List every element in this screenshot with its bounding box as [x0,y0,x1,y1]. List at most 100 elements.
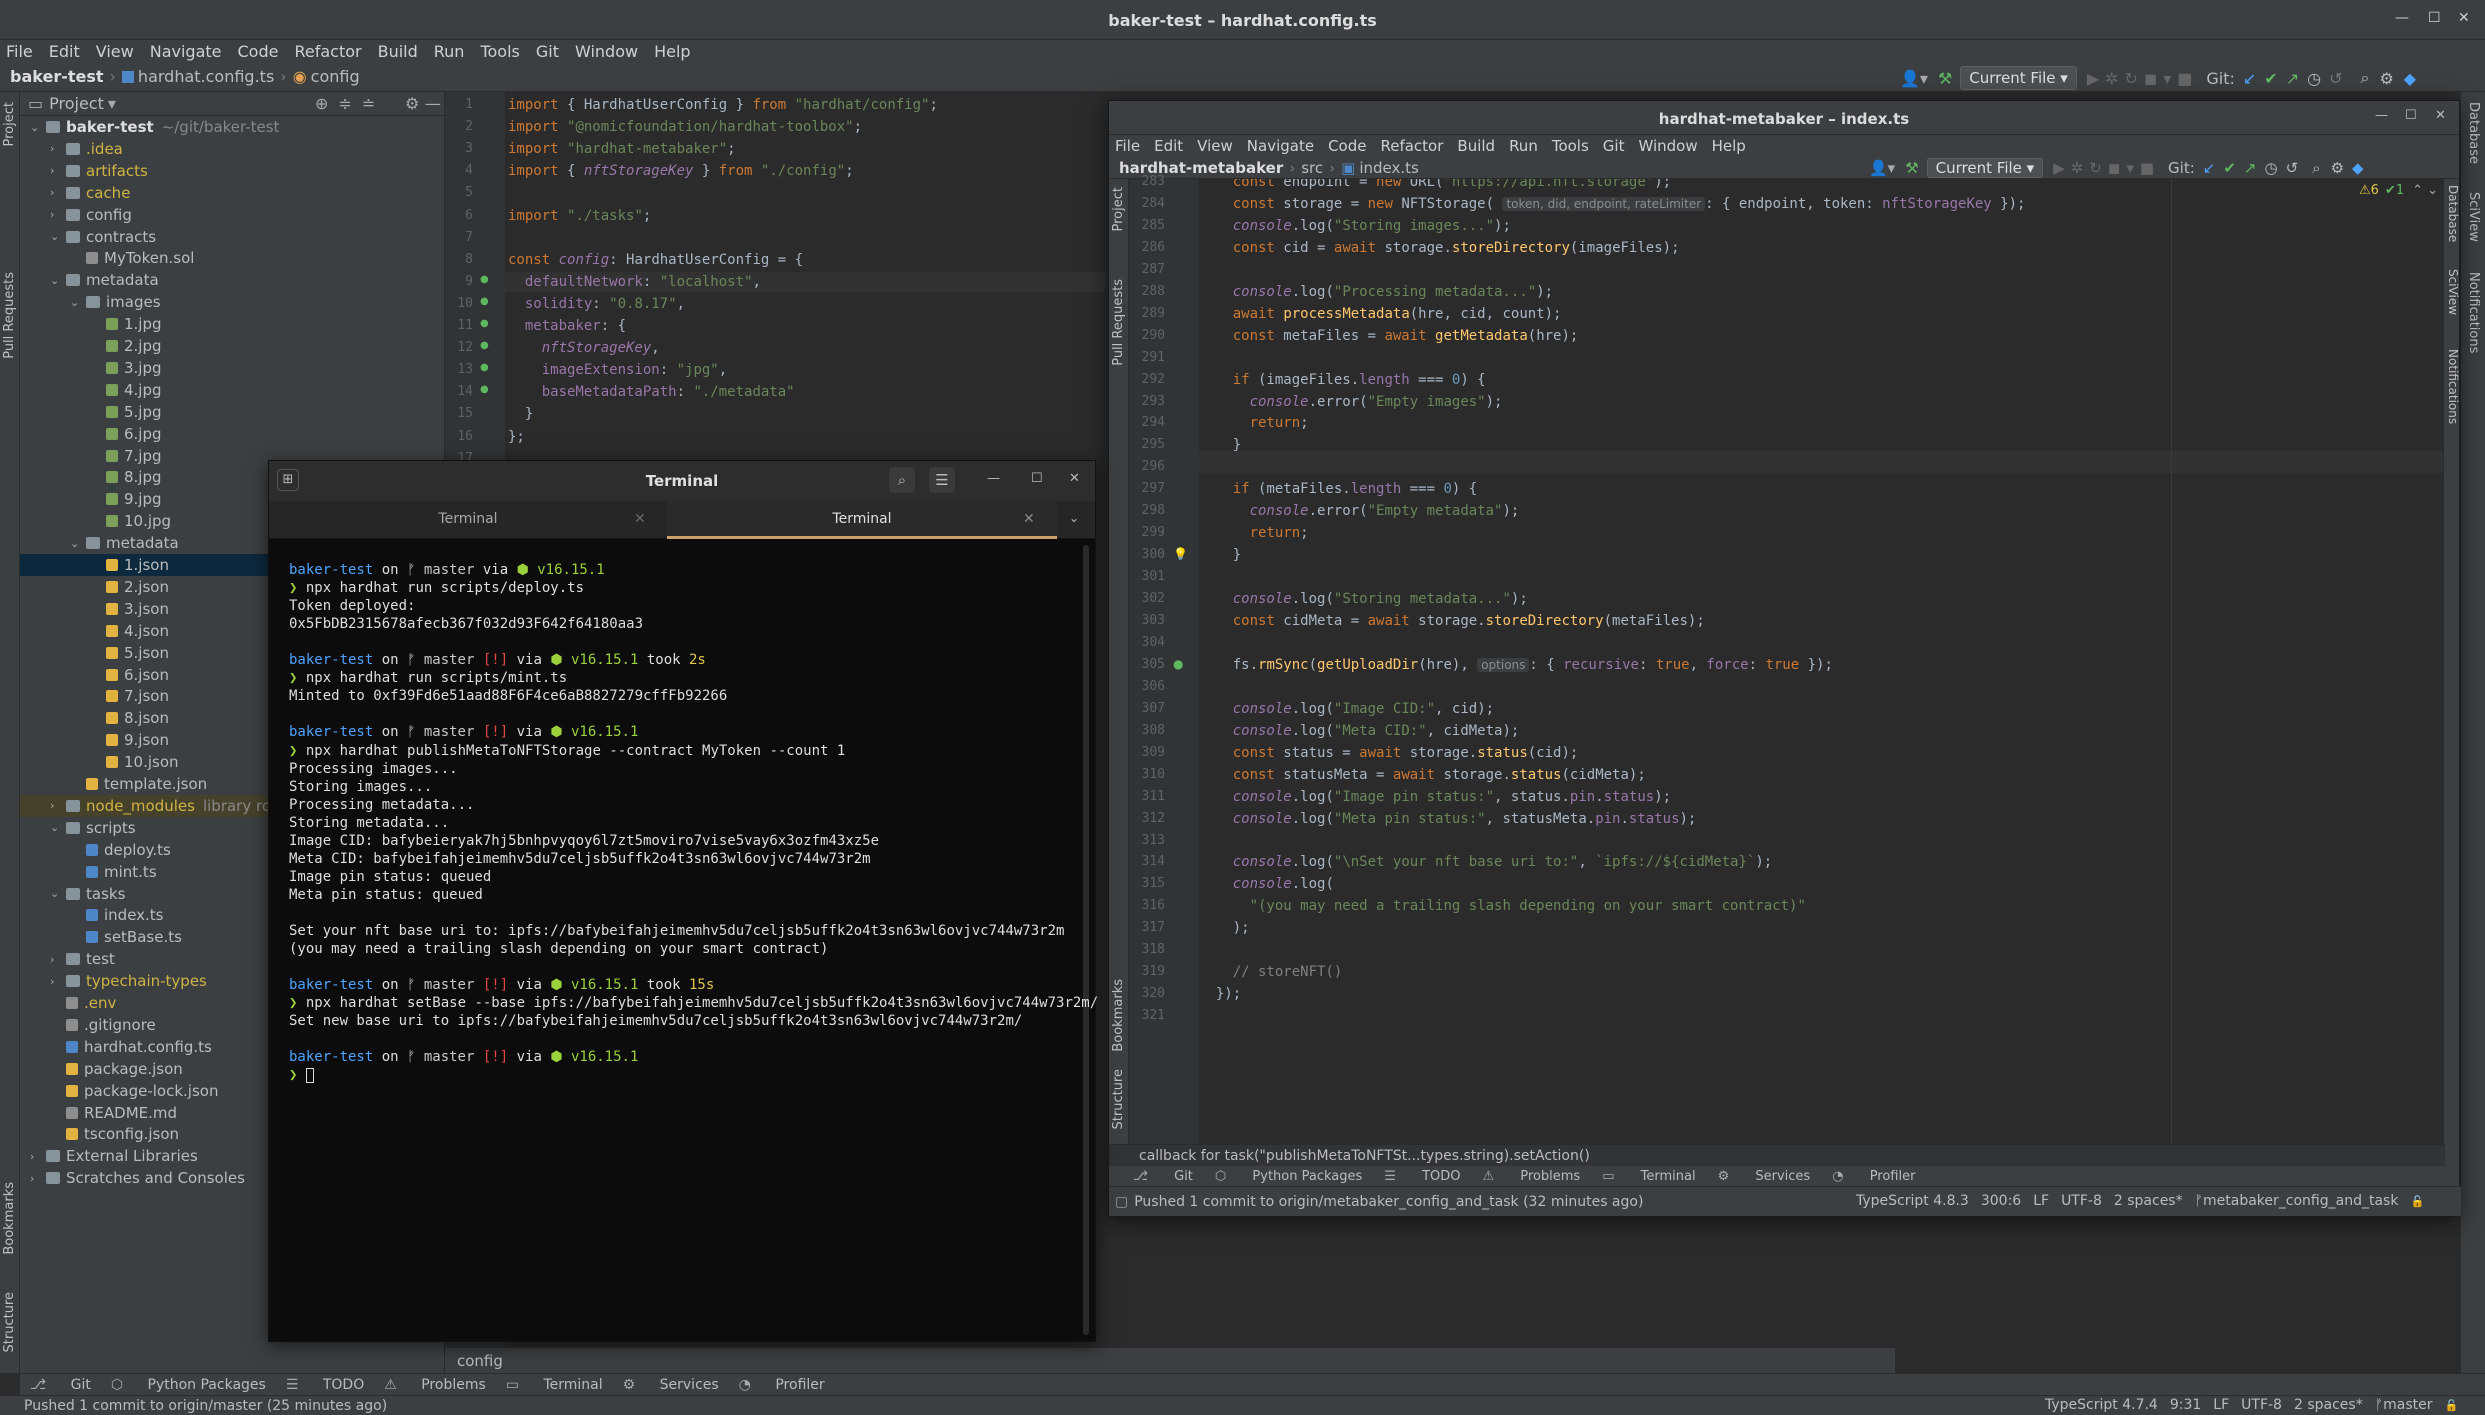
code-line[interactable]: ); [1199,920,1250,936]
w2-menu-item-view[interactable]: View [1197,137,1233,155]
code-line[interactable]: "(you may need a trailing slash dependin… [1199,898,1806,914]
tool-tab-todo[interactable]: ☰ TODO [286,1377,364,1393]
expand-arrow-icon[interactable]: ⌄ [50,274,62,287]
panel-hide-icon[interactable]: — [425,94,441,113]
search-icon[interactable]: ⌕ [2360,68,2369,88]
menu-item-navigate[interactable]: Navigate [150,42,222,61]
menu-item-run[interactable]: Run [434,42,465,61]
w2-tool-tab-terminal[interactable]: ▭ Terminal [1602,1169,1695,1184]
panel-settings-icon[interactable]: ⚙ [405,94,419,113]
expand-arrow-icon[interactable]: › [50,953,62,966]
stripe-structure[interactable]: Structure [2,1292,17,1352]
git-update-icon[interactable]: ↙ [2243,69,2256,88]
menu-item-refactor[interactable]: Refactor [294,42,361,61]
code-line[interactable]: nftStorageKey, [508,340,660,356]
close-button[interactable]: ✕ [2458,10,2470,26]
tool-tab-profiler[interactable]: ◔ Profiler [739,1377,825,1393]
code-line[interactable]: fs.rmSync(getUploadDir(hre), options: { … [1199,657,1833,673]
w2-editor-code[interactable]: ⚠6 ✔1 ⌃ ⌄ const endpoint = new URL("http… [1199,179,2445,1144]
w2-stripe-notifications[interactable]: Notifications [2446,349,2460,424]
expand-arrow-icon[interactable]: ⌄ [50,821,62,834]
settings-gear-icon[interactable]: ⚙ [2379,69,2393,88]
w2-git-update-icon[interactable]: ↙ [2203,159,2216,177]
expand-arrow-icon[interactable]: ⌄ [70,296,82,309]
code-line[interactable]: console.log("Processing metadata..."); [1199,284,1553,300]
panel-actions[interactable]: ⊕≑≐ [315,94,385,113]
w2-run-config-select[interactable]: Current File ▾ [1926,158,2044,178]
tree-item[interactable]: 5.jpg [20,401,445,423]
w2-menu-item-navigate[interactable]: Navigate [1247,137,1314,155]
code-line[interactable]: console.log("Storing images..."); [1199,218,1511,234]
code-line[interactable]: return; [1199,415,1309,431]
w2-build-icon[interactable]: ⚒ [1905,159,1918,177]
code-line[interactable]: defaultNetwork: "localhost", [508,274,761,290]
expand-arrow-icon[interactable]: ⌄ [70,537,82,550]
status-item[interactable]: 2 spaces* [2294,1397,2363,1413]
w2-menu-item-build[interactable]: Build [1457,137,1495,155]
tab-close-icon[interactable]: ✕ [634,501,646,537]
tree-item[interactable]: 4.jpg [20,379,445,401]
editor-bottom-crumb[interactable]: config [457,1352,503,1370]
breadcrumb-file[interactable]: hardhat.config.ts [138,67,274,86]
menu-item-build[interactable]: Build [378,42,418,61]
w2-menu-item-code[interactable]: Code [1328,137,1366,155]
tree-item[interactable]: 3.jpg [20,357,445,379]
terminal-maximize-button[interactable]: ☐ [1031,471,1043,486]
status-item[interactable]: TypeScript 4.8.3 [1856,1193,1969,1209]
w2-git-push-icon[interactable]: ↗ [2244,159,2257,177]
code-line[interactable]: const storage = new NFTStorage( token, d… [1199,196,2026,212]
status-item[interactable]: LF [2033,1193,2049,1209]
w2-tool-tab-services[interactable]: ⚙ Services [1718,1169,1811,1184]
code-line[interactable]: return; [1199,525,1309,541]
menu-item-file[interactable]: File [6,42,33,61]
code-line[interactable]: if (metaFiles.length === 0) { [1199,481,1477,497]
w2-menu-item-refactor[interactable]: Refactor [1380,137,1443,155]
w2-menu-item-window[interactable]: Window [1638,137,1697,155]
w2-maximize-button[interactable]: ☐ [2405,108,2417,123]
terminal-search-icon[interactable]: ⌕ [889,467,915,493]
terminal-close-button[interactable]: ✕ [1069,471,1080,486]
status-item[interactable]: TypeScript 4.7.4 [2045,1397,2158,1413]
expand-arrow-icon[interactable]: › [30,1150,42,1163]
tool-tab-problems[interactable]: ⚠ Problems [384,1377,486,1393]
w2-breadcrumb-folder[interactable]: src [1301,159,1323,177]
expand-arrow-icon[interactable]: › [30,1172,42,1185]
breadcrumb-symbol[interactable]: config [311,67,360,86]
terminal-menu-icon[interactable]: ☰ [929,467,955,493]
tree-item[interactable]: › .idea [20,138,445,160]
code-line[interactable]: } [1199,547,1241,563]
code-line[interactable]: solidity: "0.8.17", [508,296,685,312]
maximize-button[interactable]: ☐ [2428,10,2441,26]
implementation-icon[interactable]: ● [1173,657,1183,671]
git-push-icon[interactable]: ↗ [2286,69,2299,88]
w2-menu-item-edit[interactable]: Edit [1154,137,1183,155]
menu-item-view[interactable]: View [96,42,134,61]
expand-arrow-icon[interactable]: ⌄ [50,887,62,900]
code-line[interactable]: } [1199,437,1241,453]
code-line[interactable]: }; [508,429,525,445]
code-line[interactable]: console.log("Image pin status:", status.… [1199,789,1671,805]
code-line[interactable]: const cidMeta = await storage.storeDirec… [1199,613,1705,629]
status-item[interactable]: master [2383,1397,2432,1413]
code-line[interactable]: // storeNFT() [1199,964,1343,980]
code-line[interactable]: const status = await storage.status(cid)… [1199,745,1579,761]
tab-close-icon[interactable]: ✕ [1023,501,1035,537]
w2-tool-tab-python-packages[interactable]: ⬡ Python Packages [1215,1169,1362,1184]
code-line[interactable]: console.log("Storing metadata..."); [1199,591,1528,607]
expand-arrow-icon[interactable]: › [50,975,62,988]
code-line[interactable]: await processMetadata(hre, cid, count); [1199,306,1562,322]
w2-stripe-structure[interactable]: Structure [1111,1069,1126,1129]
menu-item-edit[interactable]: Edit [49,42,80,61]
tree-item[interactable]: ⌄ baker-test ~/git/baker-test [20,116,445,138]
tool-tab-services[interactable]: ⚙ Services [623,1377,719,1393]
tool-tab-terminal[interactable]: ▭ Terminal [506,1377,603,1393]
w2-minimize-button[interactable]: — [2375,108,2388,123]
w2-tool-tab-problems[interactable]: ⚠ Problems [1482,1169,1580,1184]
run-actions[interactable]: ▶✲↻◼▾■ [2087,69,2199,88]
breadcrumb-project[interactable]: baker-test [10,67,104,86]
tool-tab-python-packages[interactable]: ⬡ Python Packages [111,1377,266,1393]
w2-close-button[interactable]: ✕ [2435,108,2446,123]
w2-history-icon[interactable]: ◷ [2265,159,2278,177]
code-line[interactable]: import "hardhat-metabaker"; [508,141,736,157]
w2-tool-tab-git[interactable]: ⎇ Git [1133,1169,1193,1184]
